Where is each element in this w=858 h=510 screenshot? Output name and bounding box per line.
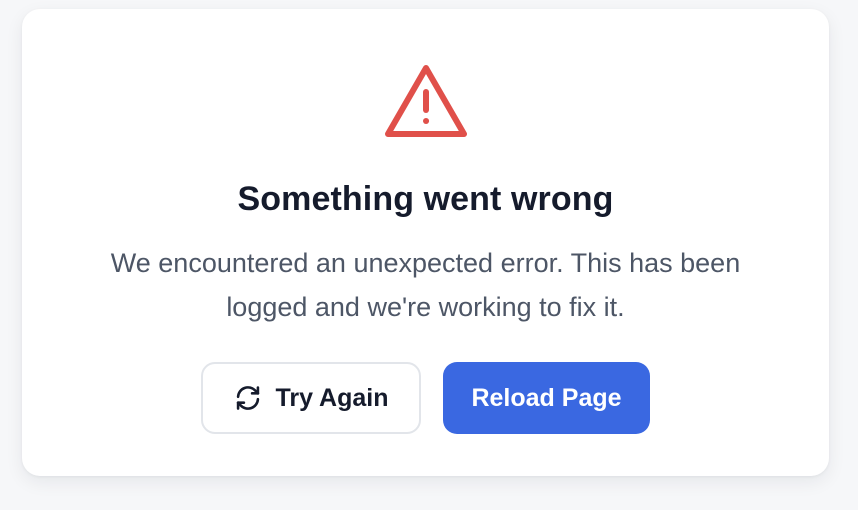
reload-page-button[interactable]: Reload Page (443, 362, 650, 434)
error-actions: Try Again Reload Page (22, 362, 829, 434)
error-message: We encountered an unexpected error. This… (56, 241, 796, 329)
error-card: Something went wrong We encountered an u… (22, 9, 829, 476)
try-again-label: Try Again (275, 383, 389, 412)
try-again-button[interactable]: Try Again (201, 362, 421, 434)
error-message-line: We encountered an unexpected error. This… (110, 248, 741, 278)
refresh-icon (234, 384, 262, 412)
warning-triangle-icon (382, 58, 470, 146)
reload-page-label: Reload Page (471, 383, 622, 412)
error-message-line: logged and we're working to fix it. (226, 292, 625, 322)
error-title: Something went wrong (237, 180, 614, 218)
